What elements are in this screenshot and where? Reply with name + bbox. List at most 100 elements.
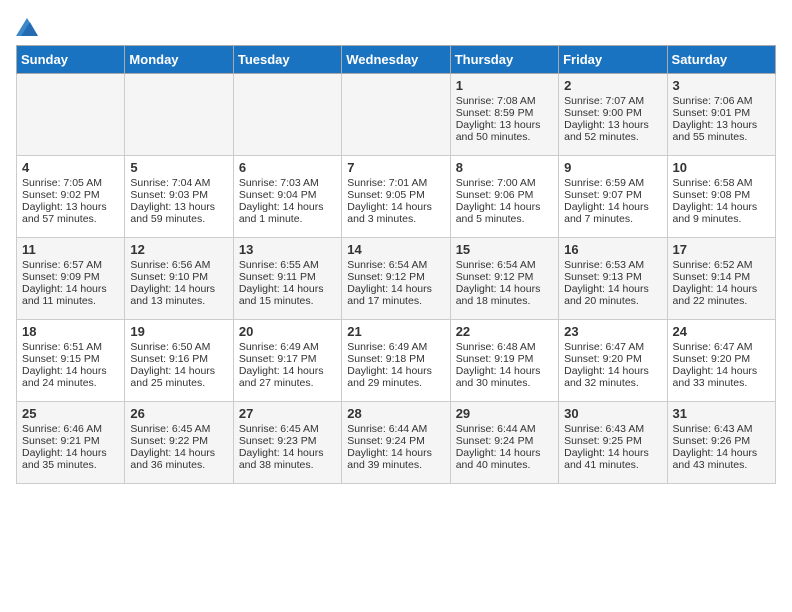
cell-date-number: 21 bbox=[347, 324, 444, 339]
calendar-cell: 5Sunrise: 7:04 AMSunset: 9:03 PMDaylight… bbox=[125, 156, 233, 238]
cell-sunrise: Sunrise: 7:01 AM bbox=[347, 177, 427, 189]
cell-sunrise: Sunrise: 6:52 AM bbox=[673, 259, 753, 271]
cell-daylight: Daylight: 14 hours and 3 minutes. bbox=[347, 201, 432, 225]
cell-daylight: Daylight: 14 hours and 40 minutes. bbox=[456, 447, 541, 471]
cell-date-number: 11 bbox=[22, 242, 119, 257]
cell-sunset: Sunset: 9:08 PM bbox=[673, 189, 751, 201]
header-row: SundayMondayTuesdayWednesdayThursdayFrid… bbox=[17, 46, 776, 74]
cell-date-number: 17 bbox=[673, 242, 770, 257]
col-header-friday: Friday bbox=[559, 46, 667, 74]
cell-daylight: Daylight: 13 hours and 57 minutes. bbox=[22, 201, 107, 225]
cell-date-number: 16 bbox=[564, 242, 661, 257]
cell-sunset: Sunset: 9:24 PM bbox=[456, 435, 534, 447]
calendar-cell: 18Sunrise: 6:51 AMSunset: 9:15 PMDayligh… bbox=[17, 320, 125, 402]
cell-sunrise: Sunrise: 6:54 AM bbox=[347, 259, 427, 271]
calendar-cell: 15Sunrise: 6:54 AMSunset: 9:12 PMDayligh… bbox=[450, 238, 558, 320]
cell-sunset: Sunset: 9:01 PM bbox=[673, 107, 751, 119]
cell-sunrise: Sunrise: 7:04 AM bbox=[130, 177, 210, 189]
cell-sunset: Sunset: 9:09 PM bbox=[22, 271, 100, 283]
cell-sunset: Sunset: 9:22 PM bbox=[130, 435, 208, 447]
col-header-thursday: Thursday bbox=[450, 46, 558, 74]
calendar-cell: 3Sunrise: 7:06 AMSunset: 9:01 PMDaylight… bbox=[667, 74, 775, 156]
cell-daylight: Daylight: 14 hours and 13 minutes. bbox=[130, 283, 215, 307]
cell-daylight: Daylight: 14 hours and 32 minutes. bbox=[564, 365, 649, 389]
cell-sunset: Sunset: 9:23 PM bbox=[239, 435, 317, 447]
cell-sunrise: Sunrise: 7:06 AM bbox=[673, 95, 753, 107]
cell-date-number: 27 bbox=[239, 406, 336, 421]
cell-daylight: Daylight: 13 hours and 52 minutes. bbox=[564, 119, 649, 143]
cell-sunrise: Sunrise: 7:07 AM bbox=[564, 95, 644, 107]
col-header-sunday: Sunday bbox=[17, 46, 125, 74]
cell-sunset: Sunset: 9:13 PM bbox=[564, 271, 642, 283]
cell-sunrise: Sunrise: 6:45 AM bbox=[239, 423, 319, 435]
cell-sunset: Sunset: 9:11 PM bbox=[239, 271, 316, 283]
calendar-body: 1Sunrise: 7:08 AMSunset: 8:59 PMDaylight… bbox=[17, 74, 776, 484]
calendar-cell: 2Sunrise: 7:07 AMSunset: 9:00 PMDaylight… bbox=[559, 74, 667, 156]
week-row-3: 11Sunrise: 6:57 AMSunset: 9:09 PMDayligh… bbox=[17, 238, 776, 320]
week-row-2: 4Sunrise: 7:05 AMSunset: 9:02 PMDaylight… bbox=[17, 156, 776, 238]
cell-daylight: Daylight: 14 hours and 9 minutes. bbox=[673, 201, 758, 225]
cell-date-number: 7 bbox=[347, 160, 444, 175]
cell-sunset: Sunset: 9:02 PM bbox=[22, 189, 100, 201]
cell-date-number: 5 bbox=[130, 160, 227, 175]
cell-sunrise: Sunrise: 6:53 AM bbox=[564, 259, 644, 271]
cell-sunrise: Sunrise: 6:43 AM bbox=[673, 423, 753, 435]
cell-daylight: Daylight: 14 hours and 24 minutes. bbox=[22, 365, 107, 389]
calendar-cell: 25Sunrise: 6:46 AMSunset: 9:21 PMDayligh… bbox=[17, 402, 125, 484]
calendar-cell: 6Sunrise: 7:03 AMSunset: 9:04 PMDaylight… bbox=[233, 156, 341, 238]
week-row-1: 1Sunrise: 7:08 AMSunset: 8:59 PMDaylight… bbox=[17, 74, 776, 156]
calendar-cell: 13Sunrise: 6:55 AMSunset: 9:11 PMDayligh… bbox=[233, 238, 341, 320]
calendar-cell: 4Sunrise: 7:05 AMSunset: 9:02 PMDaylight… bbox=[17, 156, 125, 238]
calendar-cell: 30Sunrise: 6:43 AMSunset: 9:25 PMDayligh… bbox=[559, 402, 667, 484]
calendar-cell: 9Sunrise: 6:59 AMSunset: 9:07 PMDaylight… bbox=[559, 156, 667, 238]
cell-sunrise: Sunrise: 6:43 AM bbox=[564, 423, 644, 435]
col-header-tuesday: Tuesday bbox=[233, 46, 341, 74]
cell-sunset: Sunset: 9:05 PM bbox=[347, 189, 425, 201]
cell-date-number: 15 bbox=[456, 242, 553, 257]
cell-sunset: Sunset: 9:17 PM bbox=[239, 353, 317, 365]
cell-date-number: 31 bbox=[673, 406, 770, 421]
week-row-5: 25Sunrise: 6:46 AMSunset: 9:21 PMDayligh… bbox=[17, 402, 776, 484]
cell-sunset: Sunset: 9:24 PM bbox=[347, 435, 425, 447]
cell-sunset: Sunset: 9:14 PM bbox=[673, 271, 751, 283]
calendar-cell: 22Sunrise: 6:48 AMSunset: 9:19 PMDayligh… bbox=[450, 320, 558, 402]
cell-sunset: Sunset: 9:04 PM bbox=[239, 189, 317, 201]
cell-sunset: Sunset: 9:12 PM bbox=[347, 271, 425, 283]
cell-sunrise: Sunrise: 6:47 AM bbox=[564, 341, 644, 353]
cell-daylight: Daylight: 14 hours and 30 minutes. bbox=[456, 365, 541, 389]
calendar-cell bbox=[17, 74, 125, 156]
cell-sunrise: Sunrise: 7:03 AM bbox=[239, 177, 319, 189]
cell-date-number: 20 bbox=[239, 324, 336, 339]
cell-sunset: Sunset: 9:00 PM bbox=[564, 107, 642, 119]
cell-sunset: Sunset: 9:10 PM bbox=[130, 271, 208, 283]
cell-date-number: 12 bbox=[130, 242, 227, 257]
cell-date-number: 8 bbox=[456, 160, 553, 175]
cell-sunrise: Sunrise: 6:51 AM bbox=[22, 341, 102, 353]
cell-date-number: 26 bbox=[130, 406, 227, 421]
cell-daylight: Daylight: 14 hours and 41 minutes. bbox=[564, 447, 649, 471]
cell-date-number: 1 bbox=[456, 78, 553, 93]
cell-daylight: Daylight: 14 hours and 17 minutes. bbox=[347, 283, 432, 307]
calendar-cell: 10Sunrise: 6:58 AMSunset: 9:08 PMDayligh… bbox=[667, 156, 775, 238]
calendar-cell: 8Sunrise: 7:00 AMSunset: 9:06 PMDaylight… bbox=[450, 156, 558, 238]
cell-daylight: Daylight: 14 hours and 33 minutes. bbox=[673, 365, 758, 389]
cell-sunset: Sunset: 9:06 PM bbox=[456, 189, 534, 201]
cell-date-number: 28 bbox=[347, 406, 444, 421]
cell-date-number: 10 bbox=[673, 160, 770, 175]
cell-daylight: Daylight: 14 hours and 15 minutes. bbox=[239, 283, 324, 307]
cell-daylight: Daylight: 14 hours and 22 minutes. bbox=[673, 283, 758, 307]
cell-sunset: Sunset: 9:20 PM bbox=[564, 353, 642, 365]
cell-date-number: 25 bbox=[22, 406, 119, 421]
cell-daylight: Daylight: 13 hours and 55 minutes. bbox=[673, 119, 758, 143]
calendar-cell: 31Sunrise: 6:43 AMSunset: 9:26 PMDayligh… bbox=[667, 402, 775, 484]
cell-sunrise: Sunrise: 6:49 AM bbox=[239, 341, 319, 353]
cell-daylight: Daylight: 14 hours and 36 minutes. bbox=[130, 447, 215, 471]
calendar-cell: 23Sunrise: 6:47 AMSunset: 9:20 PMDayligh… bbox=[559, 320, 667, 402]
calendar-table: SundayMondayTuesdayWednesdayThursdayFrid… bbox=[16, 45, 776, 484]
cell-sunset: Sunset: 9:15 PM bbox=[22, 353, 100, 365]
cell-sunset: Sunset: 9:03 PM bbox=[130, 189, 208, 201]
cell-daylight: Daylight: 14 hours and 11 minutes. bbox=[22, 283, 107, 307]
cell-date-number: 30 bbox=[564, 406, 661, 421]
week-row-4: 18Sunrise: 6:51 AMSunset: 9:15 PMDayligh… bbox=[17, 320, 776, 402]
calendar-header: SundayMondayTuesdayWednesdayThursdayFrid… bbox=[17, 46, 776, 74]
